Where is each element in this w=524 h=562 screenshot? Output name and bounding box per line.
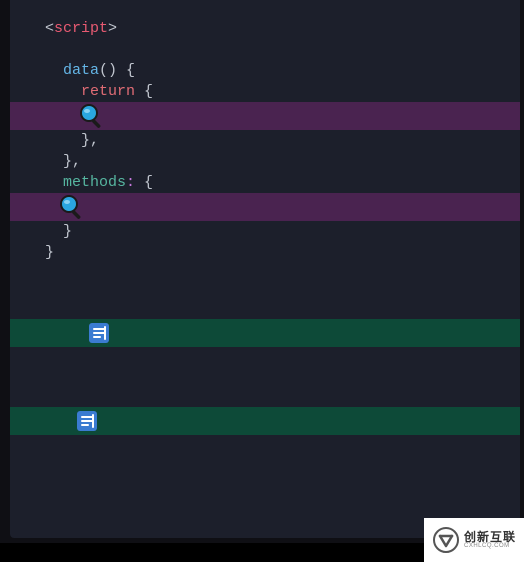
site-logo: 创新互联 CXHLCQ.COM	[424, 518, 524, 562]
logo-text-en: CXHLCQ.COM	[464, 543, 516, 549]
code-line: },	[10, 151, 520, 172]
highlight-band-purple	[10, 193, 520, 221]
logo-mark-icon	[432, 526, 460, 554]
code-line: <script>	[10, 18, 520, 39]
brace: },	[81, 132, 99, 149]
angle-bracket: <	[45, 20, 54, 37]
document-icon	[74, 408, 100, 434]
highlight-band-green	[10, 407, 520, 435]
brace: {	[117, 62, 135, 79]
colon: :	[126, 174, 135, 191]
document-icon	[86, 320, 112, 346]
tag-name: script	[54, 20, 108, 37]
brace: {	[135, 174, 153, 191]
brace: }	[63, 223, 72, 240]
angle-bracket: >	[108, 20, 117, 37]
code-line: methods: {	[10, 172, 520, 193]
parens: ()	[99, 62, 117, 79]
code-editor: <script> data() { return { }, }, methods…	[10, 0, 520, 538]
magnifier-icon	[58, 193, 86, 221]
brace: },	[63, 153, 81, 170]
highlight-band-green	[10, 319, 520, 347]
code-line: }	[10, 242, 520, 263]
logo-text-cn: 创新互联	[464, 531, 516, 543]
magnifier-icon	[78, 102, 106, 130]
highlight-band-purple	[10, 102, 520, 130]
property-key: methods	[63, 174, 126, 191]
code-line: return {	[10, 81, 520, 102]
code-line: }	[10, 221, 520, 242]
brace: }	[45, 244, 54, 261]
function-name: data	[63, 62, 99, 79]
code-line: },	[10, 130, 520, 151]
code-line: data() {	[10, 60, 520, 81]
brace: {	[135, 83, 153, 100]
keyword-return: return	[81, 83, 135, 100]
